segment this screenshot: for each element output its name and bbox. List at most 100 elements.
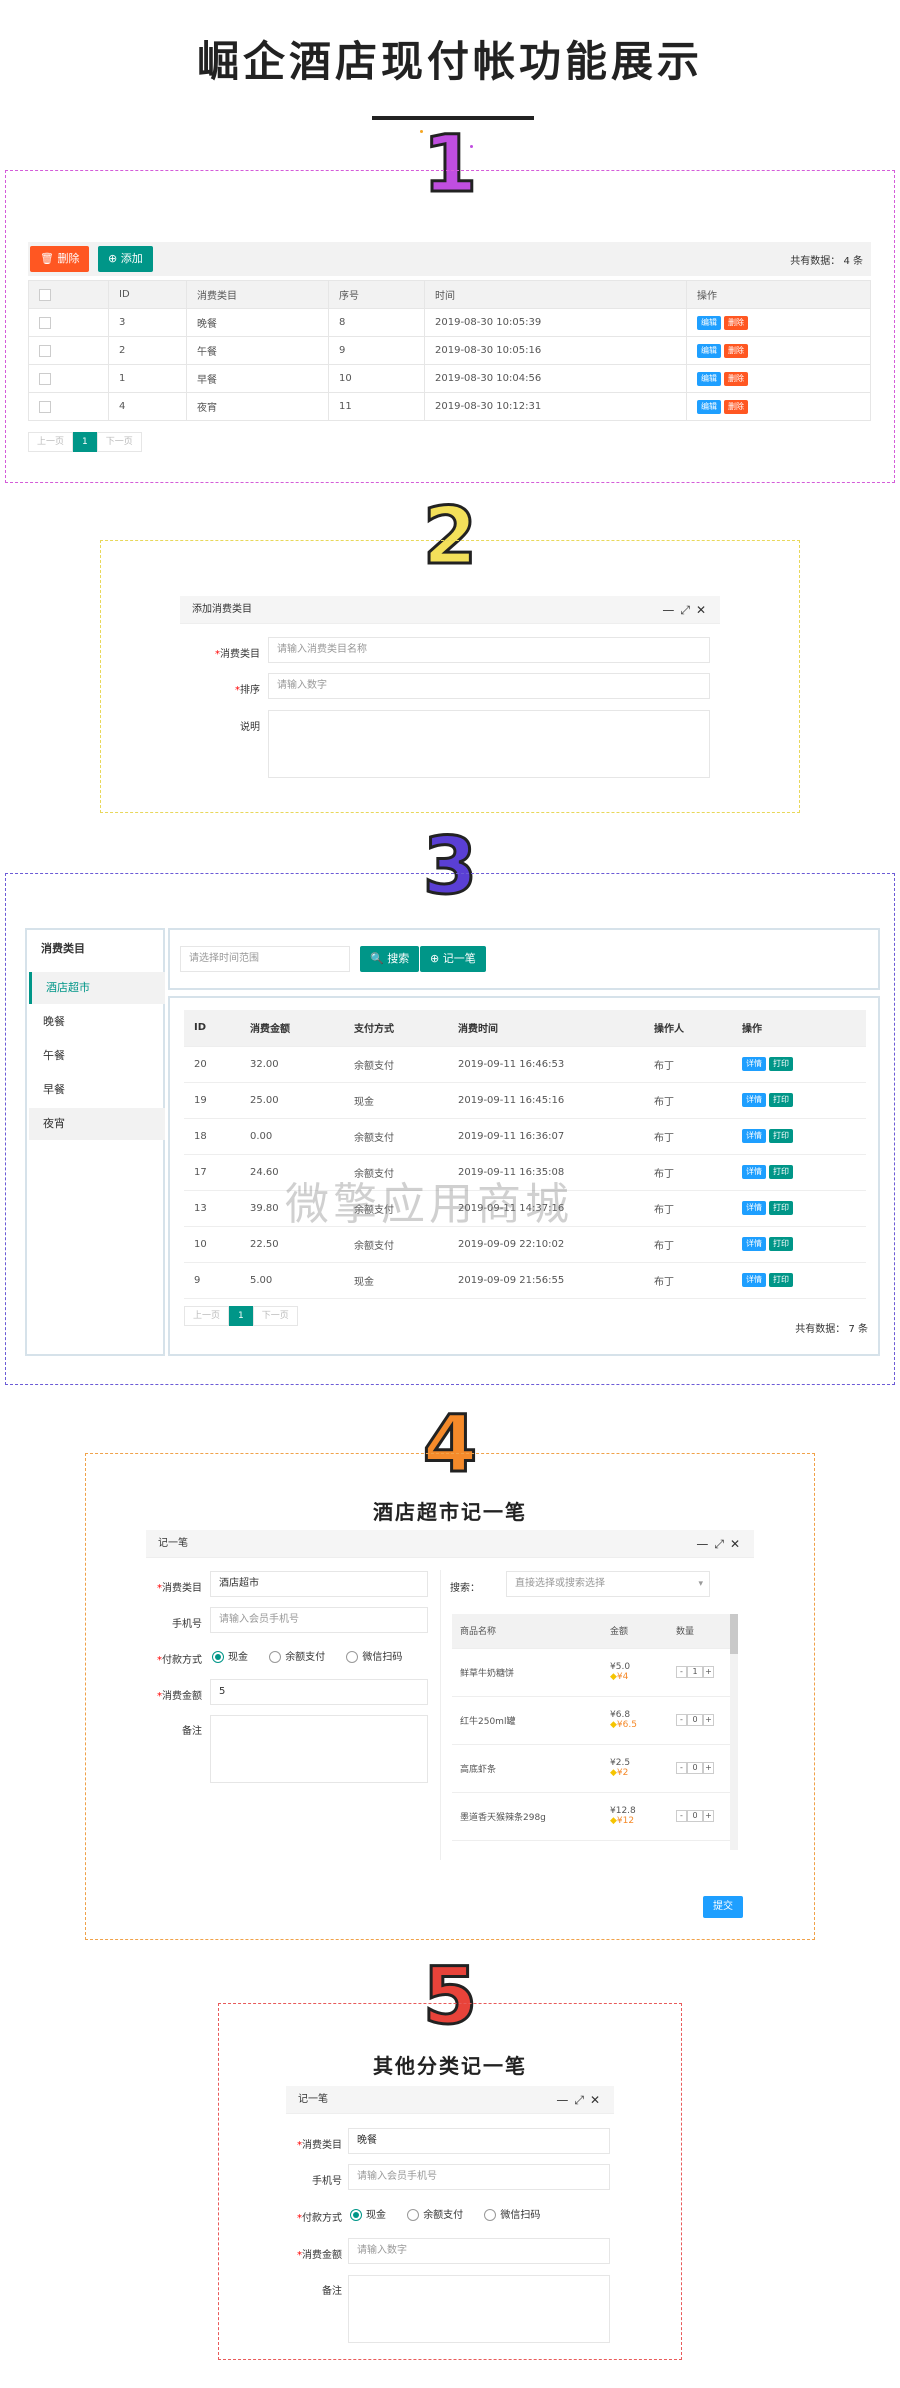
row-checkbox[interactable] <box>39 400 51 413</box>
amount-input[interactable]: 请输入数字 <box>348 2238 610 2264</box>
radio-wechat[interactable]: 微信扫码 <box>484 2209 540 2221</box>
add-record-button[interactable]: ⊕ 记一笔 <box>420 946 486 972</box>
payment-label: *付款方式 <box>297 2213 342 2224</box>
print-button[interactable]: 打印 <box>769 1237 793 1251</box>
phone-input[interactable]: 请输入会员手机号 <box>210 1607 428 1633</box>
print-button[interactable]: 打印 <box>769 1057 793 1071</box>
detail-button[interactable]: 详情 <box>742 1093 766 1107</box>
print-button[interactable]: 打印 <box>769 1273 793 1287</box>
goods-scrollbar[interactable] <box>730 1614 738 1850</box>
dialog-title: 添加消费类目 <box>192 604 252 615</box>
row-checkbox[interactable] <box>39 372 51 385</box>
qty-plus-button[interactable]: + <box>703 1666 714 1678</box>
submit-button[interactable]: 提交 <box>703 1896 743 1918</box>
delete-button[interactable]: 删除 <box>724 371 748 386</box>
qty-input[interactable]: 1 <box>687 1666 703 1678</box>
sort-number-input[interactable]: 请输入数字 <box>268 673 710 699</box>
phone-input[interactable]: 请输入会员手机号 <box>348 2164 610 2190</box>
close-icon[interactable]: ✕ <box>730 1537 746 1551</box>
category-name-input[interactable]: 请输入消费类目名称 <box>268 637 710 663</box>
radio-balance[interactable]: 余额支付 <box>269 1651 325 1663</box>
detail-button[interactable]: 详情 <box>742 1273 766 1287</box>
radio-wechat[interactable]: 微信扫码 <box>346 1651 402 1663</box>
qty-plus-button[interactable]: + <box>703 1714 714 1726</box>
maximize-icon[interactable]: ⤢ <box>680 603 696 617</box>
current-page-button[interactable]: 1 <box>229 1306 253 1326</box>
detail-button[interactable]: 详情 <box>742 1129 766 1143</box>
payment-radio-group: 现金 余额支付 微信扫码 <box>212 1648 402 1663</box>
description-textarea[interactable] <box>268 710 710 778</box>
print-button[interactable]: 打印 <box>769 1165 793 1179</box>
qty-minus-button[interactable]: - <box>676 1762 687 1774</box>
radio-cash-icon <box>212 1651 224 1663</box>
category-input[interactable]: 晚餐 <box>348 2128 610 2154</box>
print-button[interactable]: 打印 <box>769 1129 793 1143</box>
payment-label: *付款方式 <box>157 1655 202 1666</box>
delete-button[interactable]: 删除 <box>724 315 748 330</box>
edit-button[interactable]: 编辑 <box>697 343 721 358</box>
phone-label: 手机号 <box>312 2176 342 2187</box>
sidebar-item-lunch[interactable]: 午餐 <box>29 1040 165 1072</box>
batch-delete-button[interactable]: 🗑 删除 <box>30 246 90 272</box>
time-range-input[interactable]: 请选择时间范围 <box>180 946 350 972</box>
radio-cash[interactable]: 现金 <box>350 2209 386 2221</box>
search-button[interactable]: 🔍 搜索 <box>360 946 420 972</box>
maximize-icon[interactable]: ⤢ <box>574 2093 590 2107</box>
detail-button[interactable]: 详情 <box>742 1057 766 1071</box>
note-textarea[interactable] <box>210 1715 428 1783</box>
minimize-icon[interactable]: — <box>696 1537 714 1551</box>
sidebar-item-late-snack[interactable]: 夜宵 <box>29 1108 165 1140</box>
next-page-button[interactable]: 下一页 <box>252 1306 298 1326</box>
delete-button[interactable]: 删除 <box>724 399 748 414</box>
edit-button[interactable]: 编辑 <box>697 371 721 386</box>
next-page-button[interactable]: 下一页 <box>96 432 142 452</box>
close-icon[interactable]: ✕ <box>590 2093 606 2107</box>
detail-button[interactable]: 详情 <box>742 1165 766 1179</box>
qty-minus-button[interactable]: - <box>676 1714 687 1726</box>
sidebar-item-breakfast[interactable]: 早餐 <box>29 1074 165 1106</box>
row-checkbox[interactable] <box>39 344 51 357</box>
close-icon[interactable]: ✕ <box>696 603 712 617</box>
radio-cash[interactable]: 现金 <box>212 1651 248 1663</box>
amount-input[interactable]: 5 <box>210 1679 428 1705</box>
row-checkbox[interactable] <box>39 316 51 329</box>
maximize-icon[interactable]: ⤢ <box>714 1537 730 1551</box>
qty-minus-button[interactable]: - <box>676 1666 687 1678</box>
minimize-icon[interactable]: — <box>662 603 680 617</box>
edit-button[interactable]: 编辑 <box>697 315 721 330</box>
prev-page-button[interactable]: 上一页 <box>28 432 74 452</box>
qty-input[interactable]: 0 <box>687 1714 703 1726</box>
minimize-icon[interactable]: — <box>556 2093 574 2107</box>
print-button[interactable]: 打印 <box>769 1201 793 1215</box>
current-page-button[interactable]: 1 <box>73 432 97 452</box>
note-textarea[interactable] <box>348 2275 610 2343</box>
cell-time: 2019-08-30 10:05:16 <box>424 336 687 365</box>
qty-plus-button[interactable]: + <box>703 1810 714 1822</box>
col-header: 操作人 <box>644 1010 732 1047</box>
detail-button[interactable]: 详情 <box>742 1237 766 1251</box>
col-header: 操作 <box>732 1010 866 1047</box>
edit-button[interactable]: 编辑 <box>697 399 721 414</box>
add-category-button[interactable]: ⊕ 添加 <box>98 246 153 272</box>
scrollbar-thumb[interactable] <box>730 1614 738 1654</box>
sidebar-item-hotel-market[interactable]: 酒店超市 <box>29 972 165 1004</box>
select-all-checkbox[interactable] <box>39 288 51 301</box>
cell-id: 3 <box>108 308 187 337</box>
goods-search-select[interactable]: 直接选择或搜索选择 ▾ <box>506 1571 710 1597</box>
vip-gem-icon: ◆ <box>610 1768 617 1778</box>
qty-input[interactable]: 0 <box>687 1762 703 1774</box>
qty-minus-button[interactable]: - <box>676 1810 687 1822</box>
category-input[interactable]: 酒店超市 <box>210 1571 428 1597</box>
print-button[interactable]: 打印 <box>769 1093 793 1107</box>
sidebar-item-dinner[interactable]: 晚餐 <box>29 1006 165 1038</box>
record-dialog-header: 记一笔 —⤢✕ <box>286 2086 614 2114</box>
payment-radio-group: 现金 余额支付 微信扫码 <box>350 2206 540 2221</box>
detail-button[interactable]: 详情 <box>742 1201 766 1215</box>
add-category-dialog-header: 添加消费类目 —⤢✕ <box>180 596 720 624</box>
qty-input[interactable]: 0 <box>687 1810 703 1822</box>
qty-plus-button[interactable]: + <box>703 1762 714 1774</box>
prev-page-button[interactable]: 上一页 <box>184 1306 230 1326</box>
delete-button[interactable]: 删除 <box>724 343 748 358</box>
select-all-cell[interactable] <box>28 280 109 309</box>
radio-balance[interactable]: 余额支付 <box>407 2209 463 2221</box>
